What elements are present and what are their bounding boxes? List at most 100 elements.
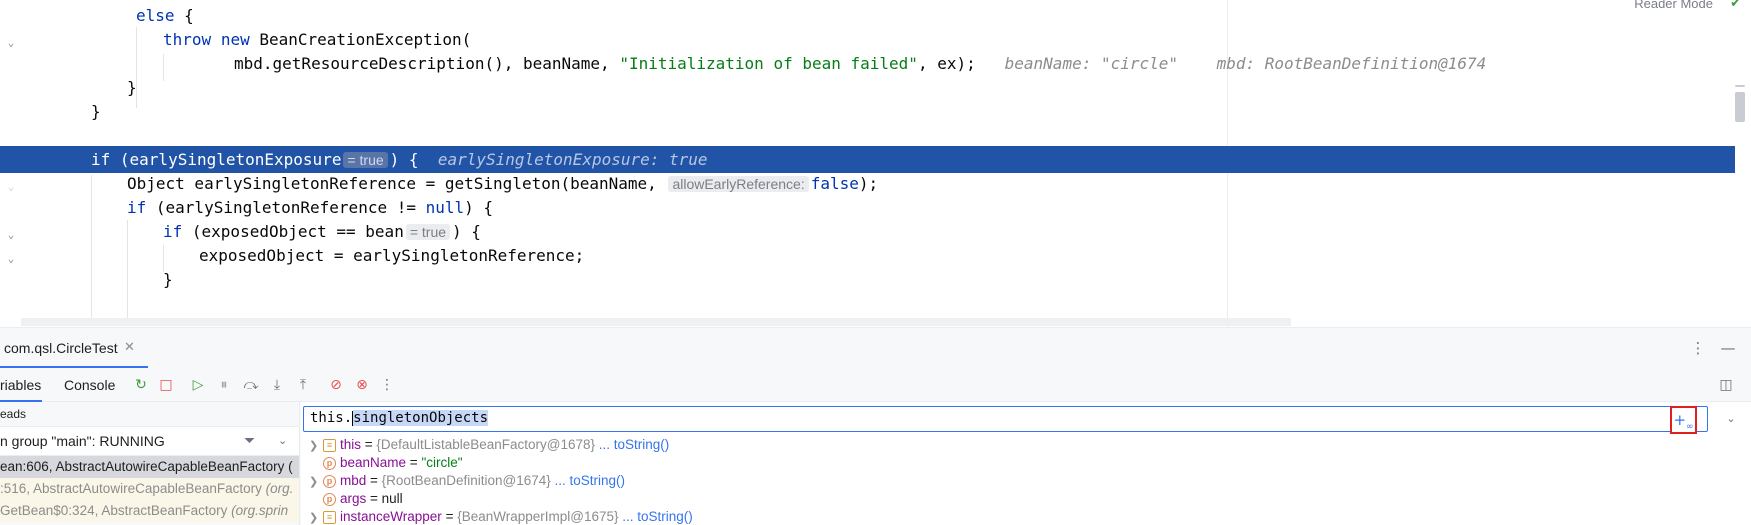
thread-selector[interactable]: n group "main": RUNNING ⏷ ⌄ <box>0 426 299 456</box>
variable-name: instanceWrapper <box>340 509 442 524</box>
code-text: ); <box>858 174 879 193</box>
inline-value-badge: = true <box>405 224 451 240</box>
layout-settings-icon[interactable]: ◫ <box>1715 373 1737 397</box>
frame-package: (org. <box>265 481 294 496</box>
debug-tool-window: com.qsl.CircleTest ✕ ⋮ — riables Console… <box>0 327 1751 525</box>
variable-row[interactable]: ❯ ≡ this = {DefaultListableBeanFactory@167… <box>309 435 669 455</box>
stack-frame[interactable]: ean:606, AbstractAutowireCapableBeanFact… <box>0 456 299 478</box>
code-text: } <box>91 102 101 121</box>
expand-arrow-icon[interactable]: ❯ <box>309 508 323 525</box>
variable-name: args <box>340 491 367 506</box>
current-execution-line[interactable]: ⌄ if (earlySingletonExposure = true) { ea… <box>0 146 1735 193</box>
chevron-down-icon[interactable]: ⌄ <box>278 427 287 455</box>
field-icon: ≡ <box>323 510 336 524</box>
code-editor[interactable]: Reader Mode ✔ ⌄ else { throw new BeanCre… <box>0 0 1751 327</box>
variable-value: {BeanWrapperImpl@1675} <box>457 509 619 524</box>
parameter-icon: p <box>323 492 336 506</box>
keyword: new <box>220 30 250 49</box>
keyword: throw <box>163 30 212 49</box>
tostring-link[interactable]: ... toString() <box>555 473 626 488</box>
horizontal-scrollbar[interactable] <box>21 318 1291 326</box>
resume-icon[interactable]: ▷ <box>187 373 209 397</box>
frame-label: GetBean$0:324, AbstractBeanFactory <box>0 503 232 518</box>
mute-breakpoints-icon[interactable]: ⊗ <box>351 373 373 397</box>
stack-frame[interactable]: :516, AbstractAutowireCapableBeanFactory… <box>0 478 299 500</box>
tab-console[interactable]: Console <box>64 368 115 402</box>
stop-icon[interactable]: □ <box>155 373 177 397</box>
equals-sign: = <box>406 455 422 470</box>
code-line[interactable]: } <box>0 74 1751 101</box>
keyword: else <box>136 6 175 25</box>
scroll-marker <box>1735 85 1745 87</box>
step-into-icon[interactable]: ⤓ <box>266 373 288 397</box>
close-icon[interactable]: ✕ <box>124 328 135 368</box>
rerun-icon[interactable]: ↻ <box>130 373 152 397</box>
variable-name: beanName <box>340 455 407 470</box>
equals-sign: = <box>366 473 382 488</box>
keyword: if <box>127 198 147 217</box>
tab-variables[interactable]: riables <box>0 368 41 402</box>
frames-pane: eads n group "main": RUNNING ⏷ ⌄ ean:606… <box>0 402 300 525</box>
minimize-icon[interactable]: — <box>1716 336 1740 360</box>
step-out-icon[interactable]: ⤒ <box>292 373 314 397</box>
add-to-watches-button[interactable]: +∞ <box>1670 406 1697 434</box>
code-text: , ex); <box>917 54 976 73</box>
code-text: (earlySingletonExposure <box>110 150 342 169</box>
variable-value: {RootBeanDefinition@1674} <box>381 473 551 488</box>
variable-row[interactable]: ❯ p mbd = {RootBeanDefinition@1674} ... to… <box>309 471 625 491</box>
code-text: exposedObject = earlySingletonReference; <box>199 246 585 265</box>
code-line[interactable]: exposedObject = earlySingletonReference; <box>0 242 1751 269</box>
frame-label: :516, AbstractAutowireCapableBeanFactory <box>0 481 266 496</box>
variable-value: null <box>381 491 403 506</box>
step-over-icon[interactable]: ⤼ <box>240 373 262 397</box>
evaluate-expression-input[interactable]: this.singletonObjects <box>303 406 1708 432</box>
code-text: BeanCreationException( <box>249 30 472 49</box>
selected-expression-text: singletonObjects <box>353 410 489 426</box>
code-text: } <box>163 270 173 289</box>
inline-value-badge: = true <box>343 152 388 168</box>
run-tab-bar: com.qsl.CircleTest ✕ ⋮ — <box>0 328 1751 368</box>
run-config-tab[interactable]: com.qsl.CircleTest <box>0 328 122 368</box>
expression-prefix: this. <box>310 410 353 426</box>
debug-toolbar: riables Console ↻ □ ▷ ⏸ ⤼ ⤓ ⤒ ⊘ ⊗ ⋮ ◫ <box>0 368 1751 402</box>
tostring-link[interactable]: ... toString() <box>622 509 693 524</box>
variables-pane: this.singletonObjects +∞ ⌄ ❯ ≡ this = {Def… <box>301 402 1751 525</box>
threads-title: eads <box>0 407 27 421</box>
code-text: mbd.getResourceDescription(), beanName, <box>234 54 620 73</box>
code-line[interactable]: ⌄ if (earlySingletonReference != null) { <box>0 194 1751 241</box>
frame-label: ean:606, AbstractAutowireCapableBeanFact… <box>0 459 293 474</box>
parameter-icon: p <box>323 474 336 488</box>
code-line[interactable]: ⌄ else { <box>0 2 1751 49</box>
variable-value: "circle" <box>421 455 463 470</box>
string-literal: "Initialization of bean failed" <box>619 54 918 73</box>
code-text: ) { <box>464 198 494 217</box>
variable-name: this <box>340 437 362 452</box>
code-line[interactable]: ⌄ if (exposedObject == bean = true) { <box>0 218 1751 265</box>
keyword: if <box>163 222 183 241</box>
equals-sign: = <box>366 491 382 506</box>
code-line[interactable]: Object earlySingletonReference = getSing… <box>0 170 1751 197</box>
code-text: (exposedObject == bean <box>182 222 404 241</box>
filter-icon[interactable]: ⏷ <box>244 427 255 455</box>
chevron-down-icon[interactable]: ⌄ <box>1719 406 1743 432</box>
code-line[interactable]: mbd.getResourceDescription(), beanName, … <box>0 50 1751 77</box>
more-options-icon[interactable]: ⋮ <box>1686 336 1710 360</box>
code-text: Object earlySingletonReference = getSing… <box>127 174 667 193</box>
variable-value: {DefaultListableBeanFactory@1678} <box>376 437 596 452</box>
code-text: { <box>174 6 194 25</box>
more-actions-icon[interactable]: ⋮ <box>376 373 398 397</box>
add-watch-icon: +∞ <box>1673 411 1694 432</box>
variable-row[interactable]: p beanName = "circle" <box>309 453 463 473</box>
view-breakpoints-icon[interactable]: ⊘ <box>325 373 347 397</box>
variable-row[interactable]: p args = null <box>309 489 403 509</box>
pause-icon[interactable]: ⏸ <box>213 373 235 397</box>
code-line[interactable]: } <box>0 98 1751 125</box>
stack-frame[interactable]: GetBean$0:324, AbstractBeanFactory (org.… <box>0 500 299 522</box>
variable-row[interactable]: ❯ ≡ instanceWrapper = {BeanWrapperImpl@167… <box>309 507 693 525</box>
tostring-link[interactable]: ... toString() <box>599 437 670 452</box>
frame-package: (org.sprin <box>231 503 289 518</box>
code-text: } <box>127 78 137 97</box>
code-line[interactable]: } <box>0 266 1751 293</box>
code-line[interactable]: throw new BeanCreationException( <box>0 26 1751 53</box>
vertical-scrollbar-thumb[interactable] <box>1735 92 1745 122</box>
